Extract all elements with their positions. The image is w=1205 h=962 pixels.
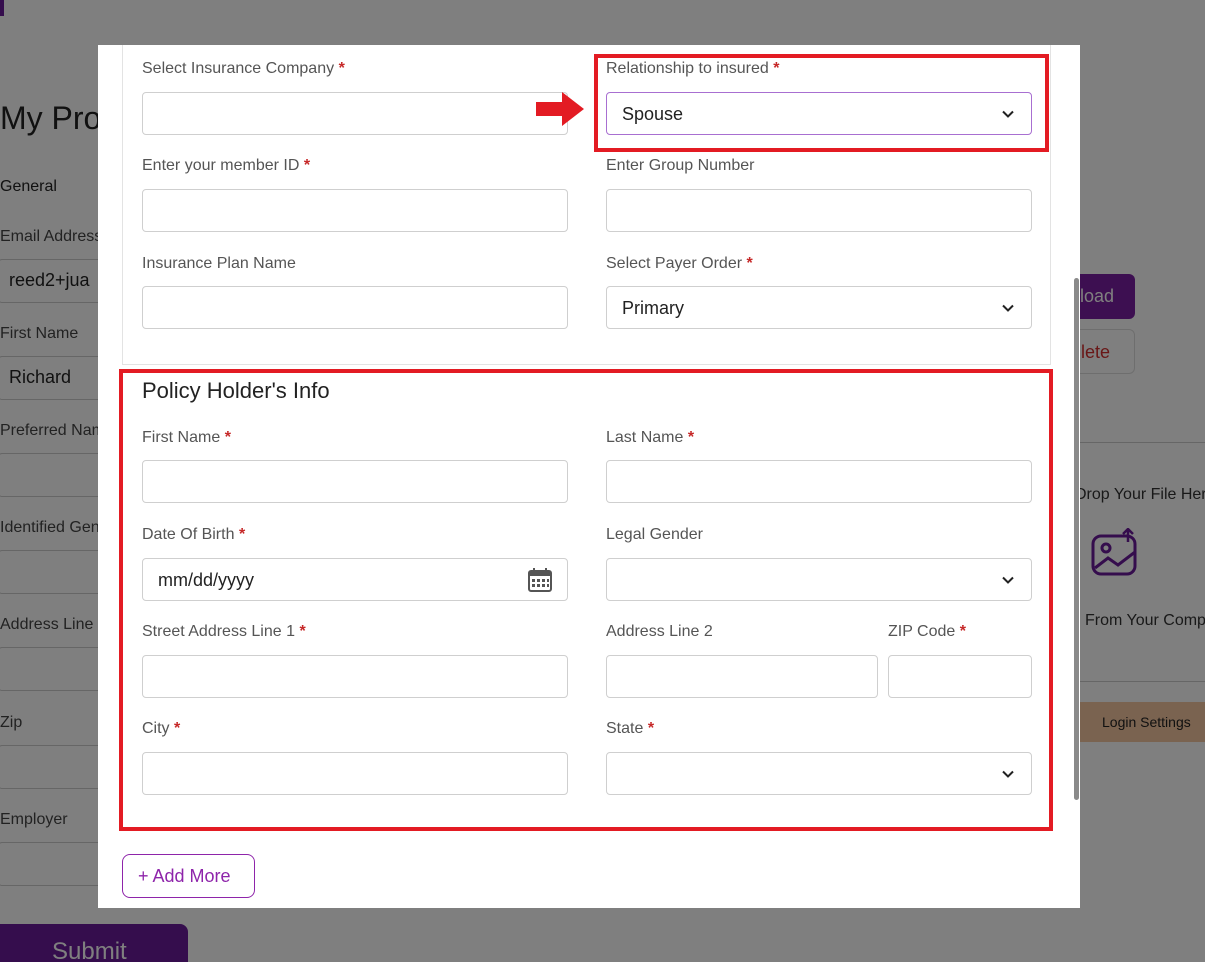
- add-more-button[interactable]: + Add More: [122, 854, 255, 898]
- red-arrow-icon: [536, 92, 584, 126]
- insurance-company-label: Select Insurance Company *: [142, 60, 345, 77]
- modal-scrollbar[interactable]: [1074, 278, 1079, 800]
- plan-name-label: Insurance Plan Name: [142, 255, 296, 272]
- member-id-input[interactable]: [142, 189, 568, 232]
- payer-order-label: Select Payer Order *: [606, 255, 753, 272]
- payer-order-value: Primary: [622, 298, 684, 318]
- group-number-label: Enter Group Number: [606, 157, 755, 174]
- highlight-box-policy-holder: [119, 369, 1053, 831]
- payer-order-select[interactable]: Primary: [606, 286, 1032, 329]
- plan-name-input[interactable]: [142, 286, 568, 329]
- member-id-label: Enter your member ID *: [142, 157, 311, 174]
- chevron-down-icon: [1002, 304, 1014, 312]
- group-number-input[interactable]: [606, 189, 1032, 232]
- insurance-company-select[interactable]: [142, 92, 568, 135]
- highlight-box-relationship: [594, 54, 1049, 152]
